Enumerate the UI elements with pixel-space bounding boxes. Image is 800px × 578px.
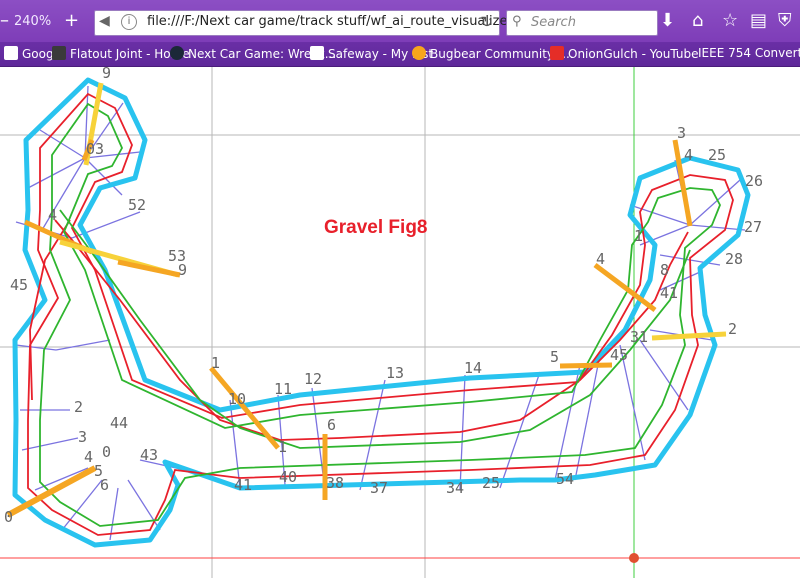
node-label: 4	[48, 206, 57, 224]
node-label: 41	[660, 284, 678, 302]
google-icon	[4, 46, 18, 60]
info-icon[interactable]: i	[121, 14, 137, 30]
node-label: 8	[660, 261, 669, 279]
node-label: 4	[596, 250, 605, 268]
node-label: 44	[110, 414, 128, 432]
node-label: 25	[482, 474, 500, 492]
bugbear-icon	[412, 46, 426, 60]
route-outer-boundary	[12, 77, 751, 548]
node-label: 27	[744, 218, 762, 236]
zoom-out-button[interactable]: –	[0, 10, 9, 31]
back-arrow-icon[interactable]: ◀	[99, 13, 110, 29]
node-label: 11	[274, 380, 292, 398]
search-bar[interactable]: ⚲ Search	[506, 10, 658, 36]
node-label: 4	[684, 146, 693, 164]
node-label: 2	[728, 320, 737, 338]
search-icon: ⚲	[512, 14, 522, 29]
node-label: 3	[677, 124, 686, 142]
route-visualizer-canvas: 9 03 52 4 53 9 45 44 2 3 4 0 5 6 43 0 1 …	[0, 67, 800, 578]
page-icon	[310, 46, 324, 60]
bookmark-label: IEEE 754 Converter	[698, 46, 800, 60]
node-label: 41	[234, 476, 252, 494]
node-label: 0	[102, 443, 111, 461]
node-label: 37	[370, 479, 388, 497]
node-label: 25	[708, 146, 726, 164]
bookmark-label: OnionGulch - YouTube	[568, 47, 699, 61]
node-label: 6	[327, 416, 336, 434]
node-label: 9	[102, 67, 111, 82]
bookmark-oniongulch[interactable]: OnionGulch - YouTube	[550, 46, 699, 62]
reload-icon[interactable]: ↻	[480, 13, 493, 31]
flatout-icon	[52, 46, 66, 60]
node-label: 4	[84, 448, 93, 466]
home-icon[interactable]: ⌂	[692, 10, 703, 31]
search-input[interactable]: Search	[531, 15, 576, 30]
steam-icon	[170, 46, 184, 60]
node-label: 9	[178, 261, 187, 279]
node-label: 10	[228, 390, 246, 408]
node-label: 31	[630, 328, 648, 346]
node-label: 43	[140, 446, 158, 464]
zoom-level[interactable]: 240%	[14, 14, 51, 29]
origin-dot	[629, 553, 639, 563]
node-label: 34	[446, 479, 464, 497]
node-label: 26	[745, 172, 763, 190]
node-label: 38	[326, 474, 344, 492]
zoom-in-button[interactable]: +	[64, 10, 79, 31]
node-label: 1	[211, 354, 220, 372]
bookmark-ieee-converter[interactable]: IEEE 754 Converter	[698, 46, 800, 62]
star-icon[interactable]: ☆	[722, 10, 738, 31]
node-label: 45	[10, 276, 28, 294]
node-label: 6	[100, 476, 109, 494]
url-text[interactable]: file:///F:/Next car game/track stuff/wf_…	[147, 14, 519, 29]
reader-icon[interactable]: ▤	[750, 10, 767, 31]
node-label: 52	[128, 196, 146, 214]
node-label: 3	[78, 428, 87, 446]
node-label: 14	[464, 359, 482, 377]
browser-toolbar: – 240% + ◀ i file:///F:/Next car game/tr…	[0, 0, 800, 42]
node-label: 45	[610, 346, 628, 364]
node-label: 13	[386, 364, 404, 382]
page-title: Gravel Fig8	[324, 217, 428, 238]
shield-icon[interactable]: ⛨	[778, 10, 792, 31]
youtube-icon	[550, 46, 564, 60]
node-label: 40	[279, 468, 297, 486]
node-label: 0	[4, 508, 13, 526]
node-label: 28	[725, 250, 743, 268]
node-label: 5	[550, 348, 559, 366]
node-label: 1	[634, 227, 643, 245]
node-label: 03	[86, 140, 104, 158]
node-label: 1	[278, 438, 287, 456]
url-bar[interactable]: ◀ i file:///F:/Next car game/track stuff…	[94, 10, 519, 36]
node-label: 12	[304, 370, 322, 388]
node-label: 2	[74, 398, 83, 416]
download-icon[interactable]: ⬇	[660, 10, 675, 31]
node-label: 54	[556, 470, 574, 488]
